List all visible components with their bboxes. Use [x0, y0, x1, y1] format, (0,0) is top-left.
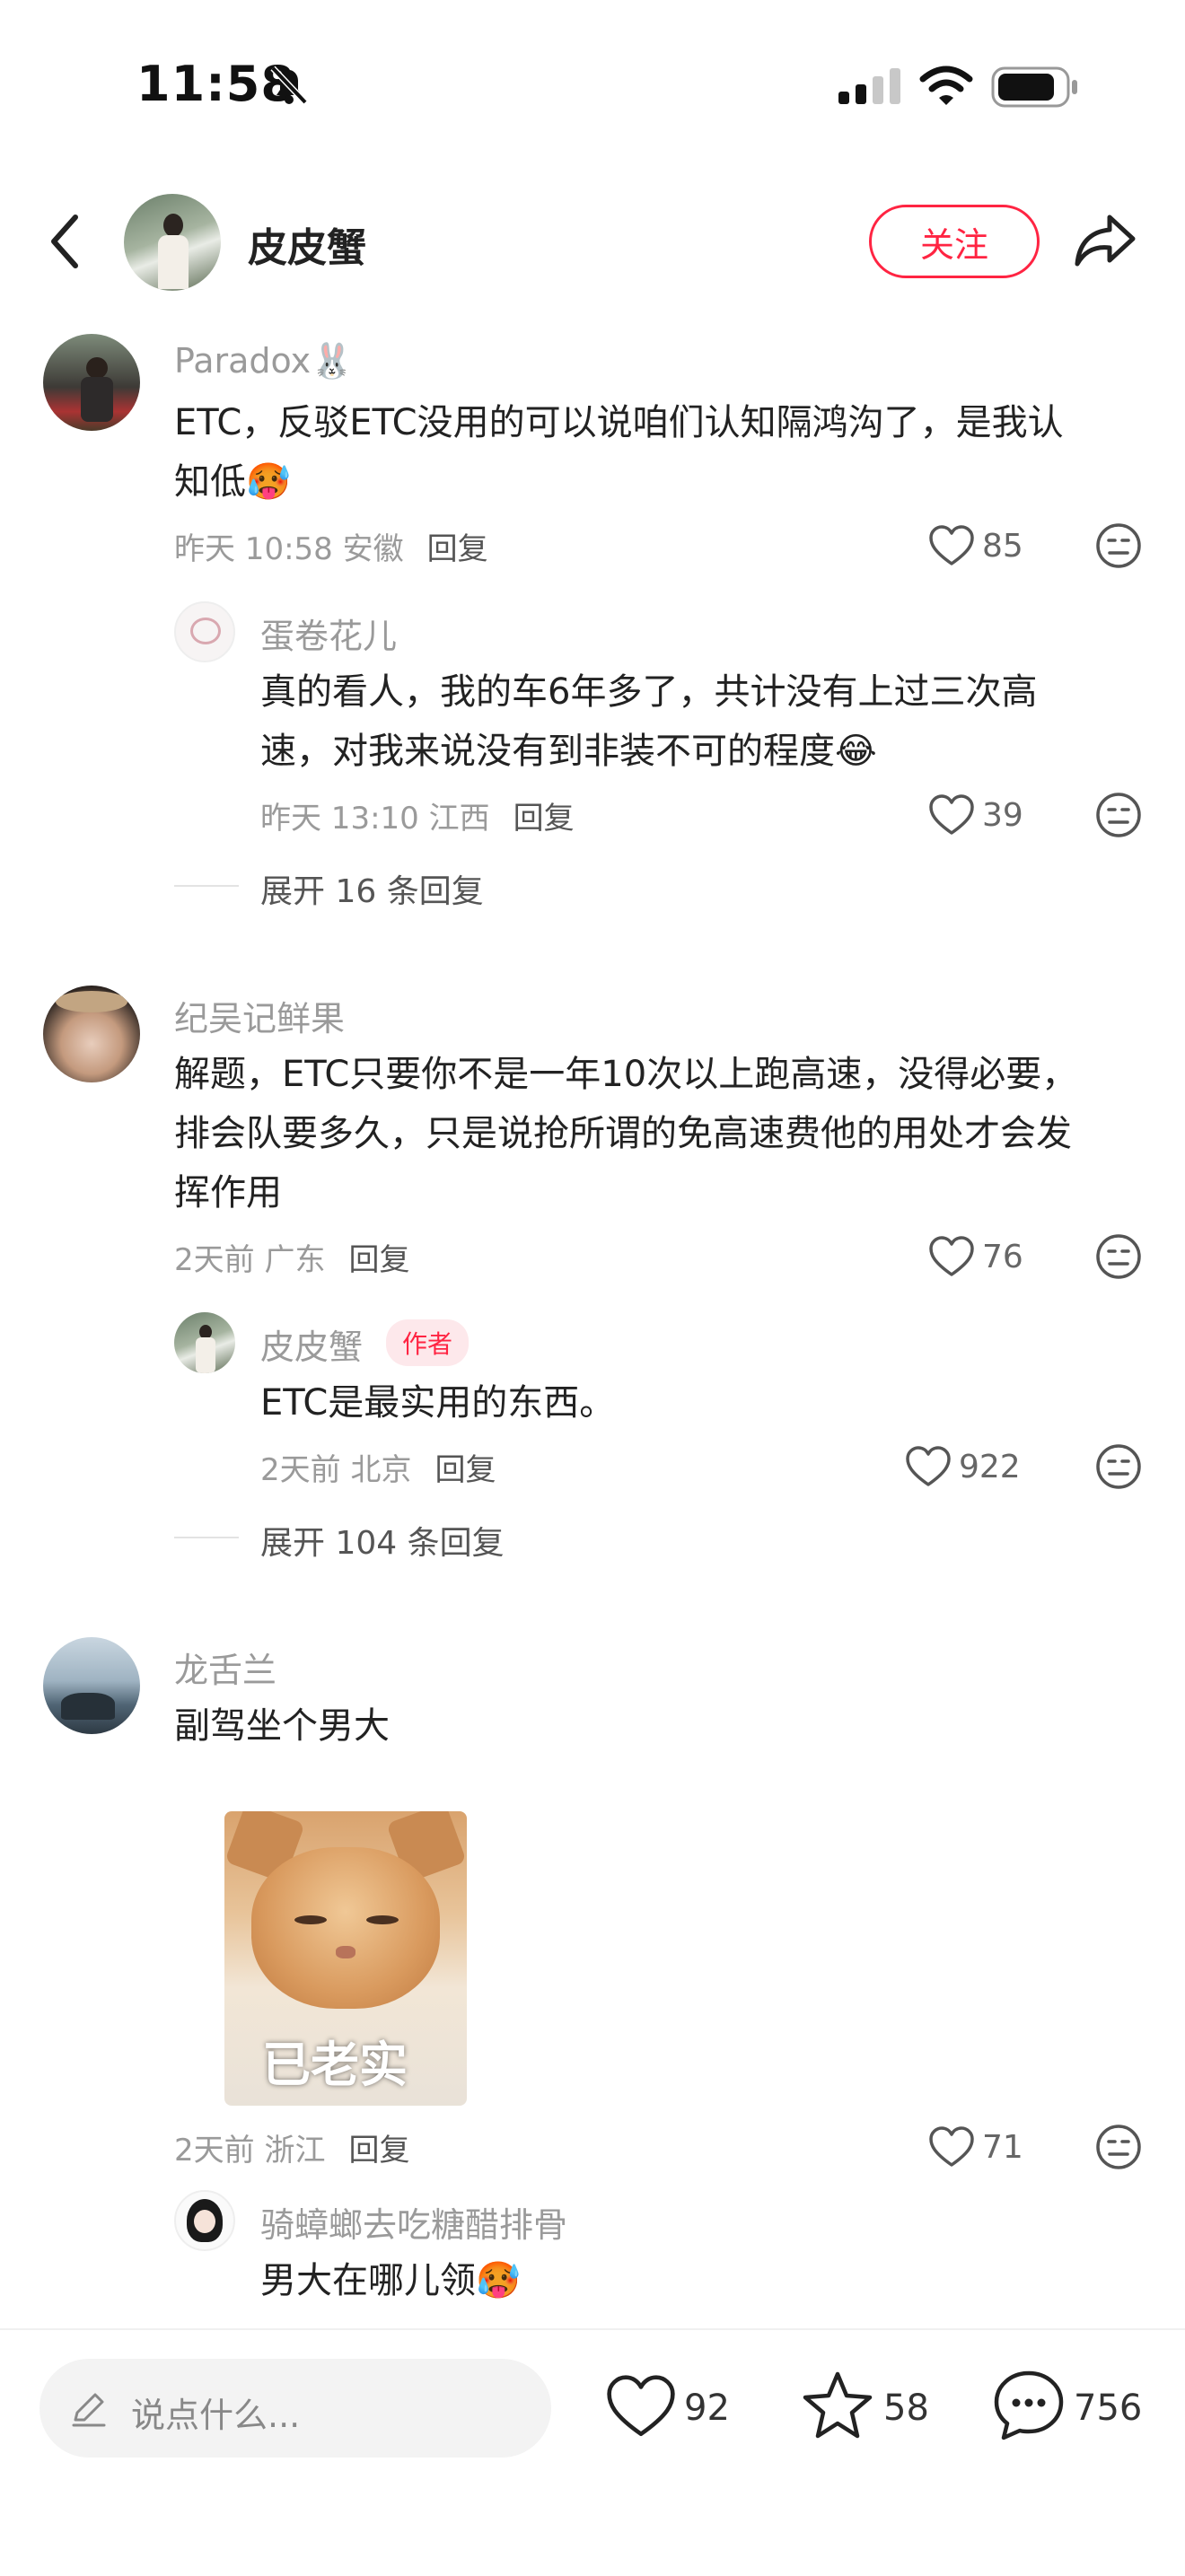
comment-text: 副驾坐个男大 — [174, 1705, 390, 1747]
expand-replies-button[interactable]: 展开 16 条回复 — [260, 865, 484, 912]
comment-text: ETC，反驳ETC没用的可以说咱们认知隔鸿沟了，是我认 — [174, 402, 1064, 443]
expand-divider — [174, 1537, 239, 1538]
comment-username[interactable]: 纪吴记鲜果 — [174, 991, 345, 1040]
comment-avatar[interactable] — [43, 986, 140, 1082]
like-count: 71 — [982, 2129, 1023, 2166]
author-avatar[interactable] — [124, 194, 221, 291]
comment-text: 排会队要多久，只是说抢所谓的免高速费他的用处才会发 — [174, 1113, 1072, 1154]
cat-sticker-image[interactable]: 已老实 — [224, 1811, 467, 2106]
reply-meta: 昨天 13:10 江西 回复 — [260, 793, 575, 837]
comment-avatar[interactable] — [43, 334, 140, 431]
comment-time: 2天前 广东 — [174, 1242, 326, 1278]
like-count: 85 — [982, 528, 1023, 565]
sticker-caption: 已老实 — [262, 2037, 408, 2093]
comment-time: 2天前 浙江 — [174, 2133, 326, 2169]
like-count: 76 — [982, 1239, 1023, 1275]
comment-text: 挥作用 — [174, 1172, 282, 1214]
reply-avatar[interactable] — [174, 601, 235, 662]
heart-icon[interactable] — [928, 793, 975, 837]
heart-icon[interactable] — [928, 2125, 975, 2169]
like-total: 92 — [684, 2388, 730, 2429]
expand-replies-button[interactable]: 展开 104 条回复 — [260, 1517, 505, 1564]
reply-username[interactable]: 骑蟑螂去吃糖醋排骨 — [260, 2197, 567, 2247]
comment-meta: 2天前 广东 回复 — [174, 1235, 409, 1279]
reply-button[interactable]: 回复 — [427, 531, 488, 567]
reply-username[interactable]: 蛋卷花儿 — [260, 609, 397, 658]
author-name[interactable]: 皮皮蟹 — [248, 215, 366, 273]
heart-icon[interactable] — [605, 2373, 677, 2440]
comment-input-placeholder[interactable]: 说点什么... — [131, 2388, 300, 2437]
dislike-face-icon[interactable] — [1095, 522, 1142, 569]
reply-time: 昨天 13:10 江西 — [260, 801, 490, 837]
reply-text: ETC是最实用的东西。 — [260, 1382, 616, 1424]
star-total: 58 — [883, 2388, 929, 2429]
reply-avatar[interactable] — [174, 2190, 235, 2251]
reply-meta: 2天前 北京 回复 — [260, 1445, 496, 1489]
comment-text: 解题，ETC只要你不是一年10次以上跑高速，没得必要， — [174, 1054, 1078, 1095]
comment-text: 知低🥵 — [174, 461, 291, 503]
like-count: 39 — [982, 797, 1023, 834]
reply-avatar[interactable] — [174, 1312, 235, 1373]
reply-button[interactable]: 回复 — [434, 1452, 496, 1488]
dislike-face-icon[interactable] — [1095, 792, 1142, 838]
comment-bubble-icon[interactable] — [991, 2368, 1066, 2443]
dislike-face-icon[interactable] — [1095, 2124, 1142, 2170]
back-chevron-icon[interactable] — [47, 212, 83, 271]
dislike-face-icon[interactable] — [1095, 1443, 1142, 1490]
heart-icon[interactable] — [905, 1445, 952, 1488]
comment-total: 756 — [1074, 2388, 1143, 2429]
reply-text: 男大在哪儿领🥵 — [260, 2260, 521, 2301]
battery-icon — [991, 66, 1077, 108]
pencil-icon — [72, 2393, 106, 2427]
comment-meta: 昨天 10:58 安徽 回复 — [174, 524, 488, 568]
cellular-signal-icon — [838, 68, 900, 104]
comment-avatar[interactable] — [43, 1637, 140, 1734]
comment-meta: 2天前 浙江 回复 — [174, 2125, 409, 2169]
dislike-face-icon[interactable] — [1095, 1233, 1142, 1280]
reply-text: 速，对我来说没有到非装不可的程度😂 — [260, 731, 877, 772]
reply-button[interactable]: 回复 — [348, 2133, 409, 2169]
reply-button[interactable]: 回复 — [348, 1242, 409, 1278]
follow-button[interactable]: 关注 — [869, 205, 1040, 278]
author-badge: 作者 — [386, 1319, 470, 1366]
comment-time: 昨天 10:58 安徽 — [174, 531, 404, 567]
reply-time: 2天前 北京 — [260, 1452, 412, 1488]
star-icon[interactable] — [801, 2370, 874, 2441]
reply-username[interactable]: 皮皮蟹 — [260, 1319, 363, 1369]
wifi-icon — [919, 66, 973, 105]
reply-text: 真的看人，我的车6年多了，共计没有上过三次高 — [260, 671, 1038, 713]
comment-username[interactable]: Paradox🐰 — [174, 341, 353, 381]
comment-username[interactable]: 龙舌兰 — [174, 1643, 276, 1692]
heart-icon[interactable] — [928, 524, 975, 567]
like-count: 922 — [959, 1449, 1021, 1485]
reply-button[interactable]: 回复 — [514, 801, 575, 837]
expand-divider — [174, 885, 239, 887]
bell-slash-icon — [270, 66, 308, 105]
share-icon[interactable] — [1074, 212, 1138, 269]
heart-icon[interactable] — [928, 1235, 975, 1278]
